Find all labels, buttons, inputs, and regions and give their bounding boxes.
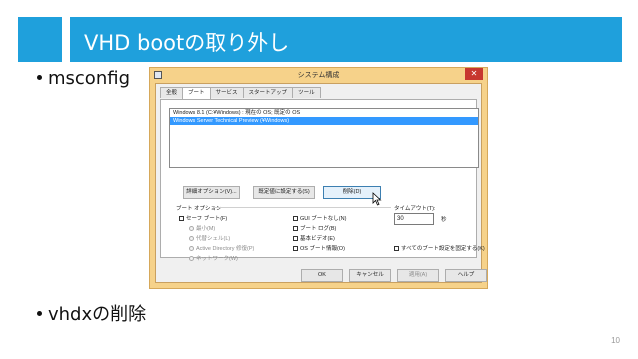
timeout-unit: 秒 (441, 217, 447, 223)
bullet-item-vhdx: vhdxの削除 (37, 300, 146, 326)
title-bar: VHD bootの取り外し (70, 17, 622, 62)
radio-circle (189, 235, 194, 241)
dialog-client-area: 全般 ブート サービス スタートアップ ツール Windows 8.1 (C:¥… (155, 83, 487, 283)
tab-general[interactable]: 全般 (160, 87, 184, 98)
safe-boot-label: セーフ ブート(F) (186, 216, 228, 222)
ok-button[interactable]: OK (301, 269, 343, 282)
checkbox-box (394, 245, 399, 251)
ad-repair-radio[interactable]: Active Directory 修復(P) (189, 244, 254, 252)
radio-circle (189, 225, 194, 231)
dialog-titlebar[interactable]: システム構成 ✕ (150, 68, 487, 83)
os-entry-selected[interactable]: Windows Server Technical Preview (¥Windo… (170, 117, 478, 125)
group-divider (213, 207, 391, 208)
os-entry[interactable]: Windows 8.1 (C:¥Windows) : 現在の OS; 既定の O… (170, 109, 478, 117)
make-permanent-label: すべてのブート設定を固定する(K) (401, 246, 485, 252)
make-permanent-checkbox[interactable]: すべてのブート設定を固定する(K) (394, 244, 485, 252)
radio-circle (189, 245, 194, 251)
boot-tab-panel: Windows 8.1 (C:¥Windows) : 現在の OS; 既定の O… (160, 99, 485, 262)
boot-log-label: ブート ログ(B) (300, 226, 337, 232)
set-default-button[interactable]: 既定値に設定する(S) (253, 186, 315, 199)
radio-circle (189, 255, 194, 261)
bullet-text: vhdxの削除 (48, 304, 147, 325)
minimal-label: 最小(M) (196, 226, 216, 232)
alt-shell-radio[interactable]: 代替シェル(L) (189, 234, 230, 242)
timeout-input[interactable]: 30 (394, 213, 434, 225)
checkbox-box (293, 245, 298, 251)
checkbox-box (179, 215, 184, 221)
bullet-text: msconfig (48, 68, 130, 89)
base-video-label: 基本ビデオ(E) (300, 236, 335, 242)
boot-log-checkbox[interactable]: ブート ログ(B) (293, 224, 336, 232)
tab-strip: 全般 ブート サービス スタートアップ ツール (160, 87, 321, 99)
bullet-dot (37, 74, 42, 80)
advanced-options-button[interactable]: 詳細オプション(V)... (183, 186, 240, 199)
checkbox-box (293, 215, 298, 221)
safe-boot-checkbox[interactable]: セーフ ブート(F) (179, 214, 227, 222)
apply-button[interactable]: 適用(A) (397, 269, 439, 282)
checkbox-box (293, 235, 298, 241)
tab-boot[interactable]: ブート (182, 87, 211, 99)
boot-options-group-label: ブート オプション (176, 206, 222, 212)
title-accent-square (18, 17, 62, 62)
network-label: ネットワーク(W) (196, 256, 238, 262)
os-boot-info-label: OS ブート情報(O) (300, 246, 345, 252)
help-button[interactable]: ヘルプ (445, 269, 487, 282)
os-entry-list[interactable]: Windows 8.1 (C:¥Windows) : 現在の OS; 既定の O… (169, 108, 479, 168)
network-radio[interactable]: ネットワーク(W) (189, 254, 238, 262)
tab-startup[interactable]: スタートアップ (242, 87, 294, 98)
no-gui-boot-label: GUI ブートなし(N) (300, 216, 347, 222)
tab-tools[interactable]: ツール (292, 87, 321, 98)
no-gui-boot-checkbox[interactable]: GUI ブートなし(N) (293, 214, 346, 222)
cancel-button[interactable]: キャンセル (349, 269, 391, 282)
checkbox-box (293, 225, 298, 231)
slide-title: VHD bootの取り外し (84, 31, 290, 55)
page-number: 10 (611, 336, 620, 345)
mouse-cursor-icon (372, 192, 382, 206)
bullet-item-msconfig: msconfig (37, 68, 130, 89)
minimal-radio[interactable]: 最小(M) (189, 224, 215, 232)
tab-services[interactable]: サービス (209, 87, 244, 98)
ad-repair-label: Active Directory 修復(P) (196, 246, 255, 252)
os-boot-info-checkbox[interactable]: OS ブート情報(O) (293, 244, 345, 252)
base-video-checkbox[interactable]: 基本ビデオ(E) (293, 234, 335, 242)
close-button[interactable]: ✕ (465, 68, 483, 80)
alt-shell-label: 代替シェル(L) (196, 236, 231, 242)
timeout-label: タイムアウト(T): (394, 206, 436, 212)
system-config-dialog: システム構成 ✕ 全般 ブート サービス スタートアップ ツール Windows… (149, 67, 488, 289)
dialog-title: システム構成 (297, 72, 340, 79)
bullet-dot (37, 310, 42, 316)
